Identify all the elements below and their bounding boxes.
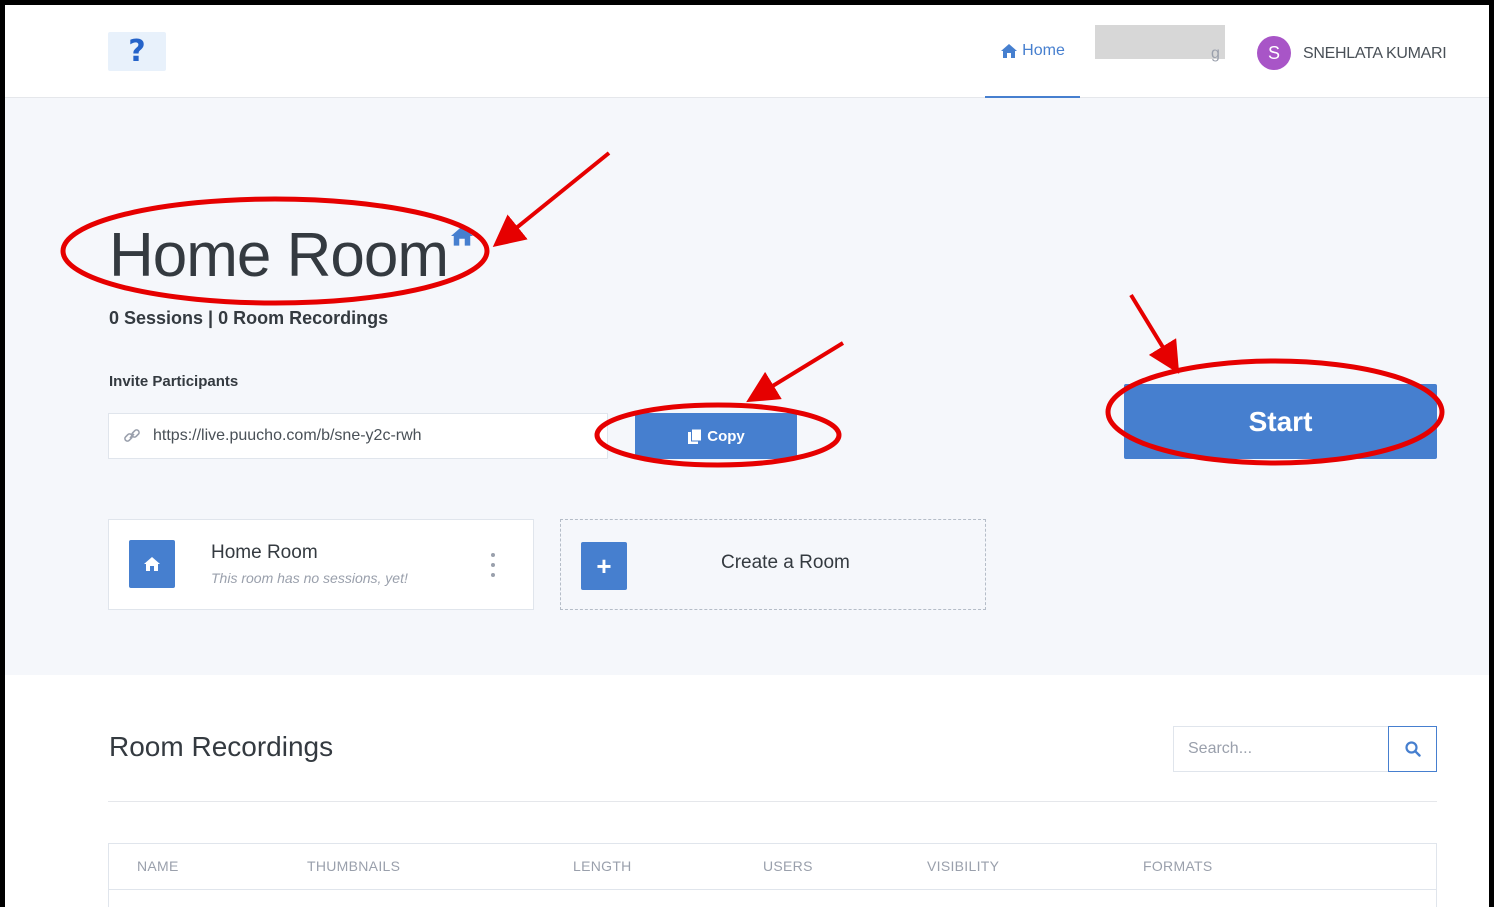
search-icon xyxy=(1404,741,1421,757)
column-header-length[interactable]: LENGTH xyxy=(573,858,632,874)
redacted-nav-tail: g xyxy=(1211,45,1220,62)
invite-url: https://live.puucho.com/b/sne-y2c-rwh xyxy=(153,427,422,444)
column-header-formats[interactable]: FORMATS xyxy=(1143,858,1213,874)
create-room-label: Create a Room xyxy=(721,552,850,573)
avatar[interactable]: S xyxy=(1257,36,1291,70)
top-navbar: ? Home g S SNEHLATA KUMARI xyxy=(5,5,1489,98)
start-button-label: Start xyxy=(1248,405,1313,437)
home-icon xyxy=(1001,43,1018,58)
plus-icon: + xyxy=(581,542,627,590)
divider xyxy=(108,801,1437,802)
invite-label: Invite Participants xyxy=(109,373,239,390)
copy-button-label: Copy xyxy=(707,427,745,445)
column-header-name[interactable]: NAME xyxy=(137,858,179,874)
avatar-initial: S xyxy=(1267,42,1280,63)
column-header-visibility[interactable]: VISIBILITY xyxy=(927,858,999,874)
table-header: NAME THUMBNAILS LENGTH USERS VISIBILITY … xyxy=(109,844,1436,890)
logo-glyph: ? xyxy=(128,34,146,69)
home-icon xyxy=(451,226,473,246)
recordings-table: NAME THUMBNAILS LENGTH USERS VISIBILITY … xyxy=(108,843,1437,907)
logo[interactable]: ? xyxy=(108,32,166,71)
create-room-card[interactable]: + Create a Room xyxy=(560,519,986,610)
invite-url-field[interactable]: https://live.puucho.com/b/sne-y2c-rwh xyxy=(108,413,608,459)
redacted-nav-item[interactable] xyxy=(1095,25,1225,59)
link-icon xyxy=(124,429,140,442)
recordings-title: Room Recordings xyxy=(109,731,334,762)
nav-home-label: Home xyxy=(1022,41,1065,59)
nav-home-tab[interactable]: Home xyxy=(985,5,1080,98)
room-stats: 0 Sessions | 0 Room Recordings xyxy=(109,308,389,328)
search-input[interactable] xyxy=(1173,726,1389,772)
home-icon xyxy=(144,557,160,571)
kebab-menu-icon[interactable] xyxy=(487,553,499,577)
room-card-name: Home Room xyxy=(211,542,318,563)
user-name[interactable]: SNEHLATA KUMARI xyxy=(1303,45,1447,63)
copy-icon xyxy=(688,428,703,444)
search-button[interactable] xyxy=(1388,726,1437,772)
column-header-users[interactable]: USERS xyxy=(763,858,813,874)
column-header-thumbnails[interactable]: THUMBNAILS xyxy=(307,858,400,874)
copy-button[interactable]: Copy xyxy=(635,413,797,459)
app-window: ? Home g S SNEHLATA KUMARI Home Room 0 S… xyxy=(0,0,1494,907)
room-card-subtitle: This room has no sessions, yet! xyxy=(211,570,408,586)
room-card-icon-box xyxy=(129,540,175,588)
room-card[interactable]: Home Room This room has no sessions, yet… xyxy=(108,519,534,610)
page-title: Home Room xyxy=(109,221,449,290)
start-button[interactable]: Start xyxy=(1124,384,1437,459)
